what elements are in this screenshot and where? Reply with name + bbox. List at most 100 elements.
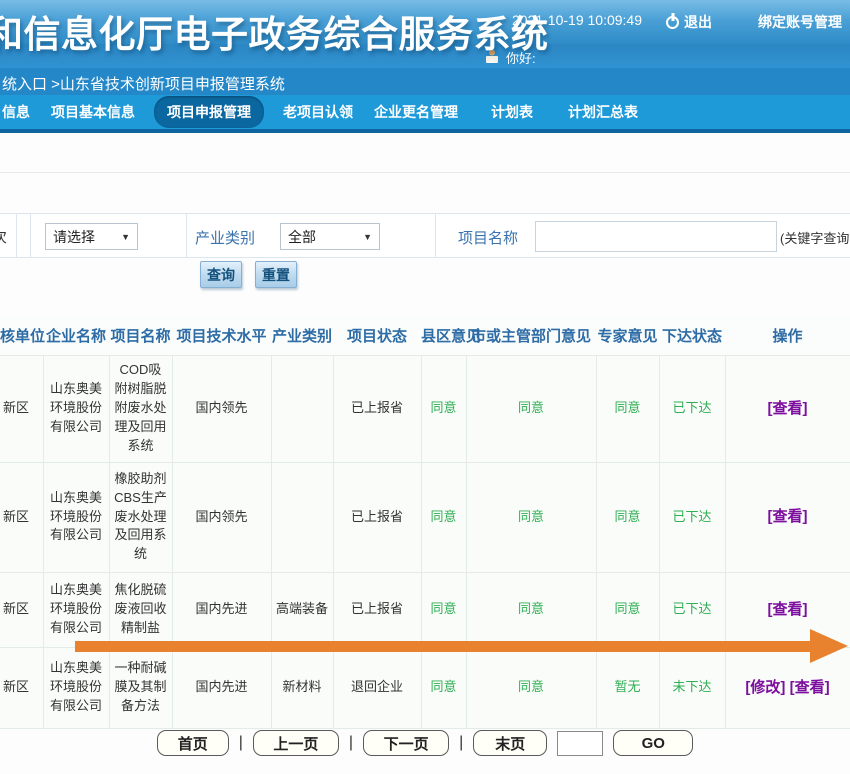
arrow-head-icon [810,629,848,663]
go-button[interactable]: GO [613,730,693,756]
industry-label: 产业类别 [195,227,255,248]
cell-expert-opinion: 同意 [596,355,659,462]
cell-county-opinion: 同意 [421,572,466,647]
column-header: 县区意见 [421,316,466,355]
cell-district: 新区 [0,355,43,462]
cell-district: 新区 [0,647,43,728]
pagination-separator: | [459,734,463,752]
industry-select[interactable]: 全部 ▼ [280,223,380,250]
column-header: 市或主管部门意见 [466,316,596,355]
cell-expert-opinion: 同意 [596,572,659,647]
batch-select-value: 请选择 [53,227,95,247]
column-header: 专家意见 [596,316,659,355]
industry-select-value: 全部 [288,227,316,247]
cell-project: COD吸附树脂脱附废水处理及回用系统 [109,355,172,462]
prev-page-button[interactable]: 上一页 [253,730,339,756]
filter-divider [30,214,31,257]
batch-select[interactable]: 请选择 ▼ [45,223,138,250]
app-title: 和信息化厅电子政务综合服务系统 [0,4,549,58]
query-button[interactable]: 查询 [200,261,242,288]
tab-2[interactable]: 项目基本信息 [49,99,137,125]
tab-5[interactable]: 企业更名管理 [372,99,460,125]
cell-expert-opinion: 同意 [596,462,659,572]
cell-industry [271,462,333,572]
reset-button[interactable]: 重置 [255,261,297,288]
cell-release-status: 已下达 [659,572,725,647]
cell-county-opinion: 同意 [421,355,466,462]
cell-status: 已上报省 [333,355,421,462]
bind-account-link[interactable]: 绑定账号管理 [758,12,842,32]
project-name-input[interactable] [535,221,777,252]
cell-district: 新区 [0,462,43,572]
column-header: 下达状态 [659,316,725,355]
cell-tech-level: 国内先进 [172,647,271,728]
cell-status: 退回企业 [333,647,421,728]
cell-actions[interactable]: [查看] [725,462,850,572]
table-row: 新区山东奥美环境股份有限公司焦化脱硫废液回收精制盐国内先进高端装备已上报省同意同… [0,572,850,647]
tab-7[interactable]: 计划汇总表 [566,99,640,125]
cell-tech-level: 国内先进 [172,572,271,647]
cell-company: 山东奥美环境股份有限公司 [43,355,109,462]
cell-company: 山东奥美环境股份有限公司 [43,572,109,647]
last-page-button[interactable]: 末页 [473,730,547,756]
page: 和信息化厅电子政务综合服务系统 2021-10-19 10:09:49 退出 绑… [0,0,850,774]
logout-button[interactable]: 退出 [666,12,712,32]
column-header: 操作 [725,316,850,355]
column-header: 项目状态 [333,316,421,355]
cell-city-opinion: 同意 [466,572,596,647]
cell-district: 新区 [0,572,43,647]
table-header-row: 核单位企业名称项目名称项目技术水平产业类别项目状态县区意见市或主管部门意见专家意… [0,316,850,355]
page-number-input[interactable] [557,731,603,756]
cell-industry: 新材料 [271,647,333,728]
column-header: 企业名称 [43,316,109,355]
column-header: 项目名称 [109,316,172,355]
cell-release-status: 已下达 [659,462,725,572]
batch-label-partial: 次 [0,226,16,247]
cell-tech-level: 国内领先 [172,462,271,572]
column-header: 产业类别 [271,316,333,355]
projects-table: 核单位企业名称项目名称项目技术水平产业类别项目状态县区意见市或主管部门意见专家意… [0,316,850,729]
keyword-hint: (关键字查询 [780,228,849,247]
projects-table-body: 新区山东奥美环境股份有限公司COD吸附树脂脱附废水处理及回用系统国内领先已上报省… [0,355,850,728]
cell-status: 已上报省 [333,462,421,572]
next-page-button[interactable]: 下一页 [363,730,449,756]
filter-divider [186,214,187,257]
cell-project: 焦化脱硫废液回收精制盐 [109,572,172,647]
cell-release-status: 已下达 [659,355,725,462]
logout-label: 退出 [684,14,712,30]
cell-county-opinion: 同意 [421,462,466,572]
cell-expert-opinion: 暂无 [596,647,659,728]
cell-release-status: 未下达 [659,647,725,728]
breadcrumb: 统入口 >山东省技术创新项目申报管理系统 [2,73,285,94]
tab-6[interactable]: 计划表 [489,99,535,125]
divider-line [0,172,850,173]
table-row: 新区山东奥美环境股份有限公司橡胶助剂CBS生产废水处理及回用系统国内领先已上报省… [0,462,850,572]
power-icon [666,16,679,29]
cell-city-opinion: 同意 [466,647,596,728]
cell-company: 山东奥美环境股份有限公司 [43,647,109,728]
cell-city-opinion: 同意 [466,355,596,462]
column-header: 核单位 [0,316,43,355]
cell-project: 橡胶助剂CBS生产废水处理及回用系统 [109,462,172,572]
cell-tech-level: 国内领先 [172,355,271,462]
filter-divider [435,214,436,257]
tab-3[interactable]: 项目申报管理 [154,96,264,128]
column-header: 项目技术水平 [172,316,271,355]
tab-1[interactable]: 信息 [0,99,32,125]
cell-status: 已上报省 [333,572,421,647]
chevron-down-icon: ▼ [363,232,372,242]
cell-actions[interactable]: [查看] [725,355,850,462]
table-row: 新区山东奥美环境股份有限公司COD吸附树脂脱附废水处理及回用系统国内领先已上报省… [0,355,850,462]
cell-industry: 高端装备 [271,572,333,647]
tab-4[interactable]: 老项目认领 [281,99,355,125]
table-row: 新区山东奥美环境股份有限公司一种耐碱膜及其制备方法国内先进新材料退回企业同意同意… [0,647,850,728]
filter-divider [16,214,17,257]
pagination-separator: | [239,734,243,752]
filter-strip: 次 请选择 ▼ 产业类别 全部 ▼ 项目名称 (关键字查询 [0,213,850,258]
filter-buttons: 查询 重置 [200,261,297,288]
first-page-button[interactable]: 首页 [157,730,229,756]
project-name-label: 项目名称 [458,227,518,248]
nav-tabs: 信息项目基本信息项目申报管理老项目认领企业更名管理 计划表 计划汇总表 [0,95,850,133]
pagination-separator: | [349,734,353,752]
cell-city-opinion: 同意 [466,462,596,572]
